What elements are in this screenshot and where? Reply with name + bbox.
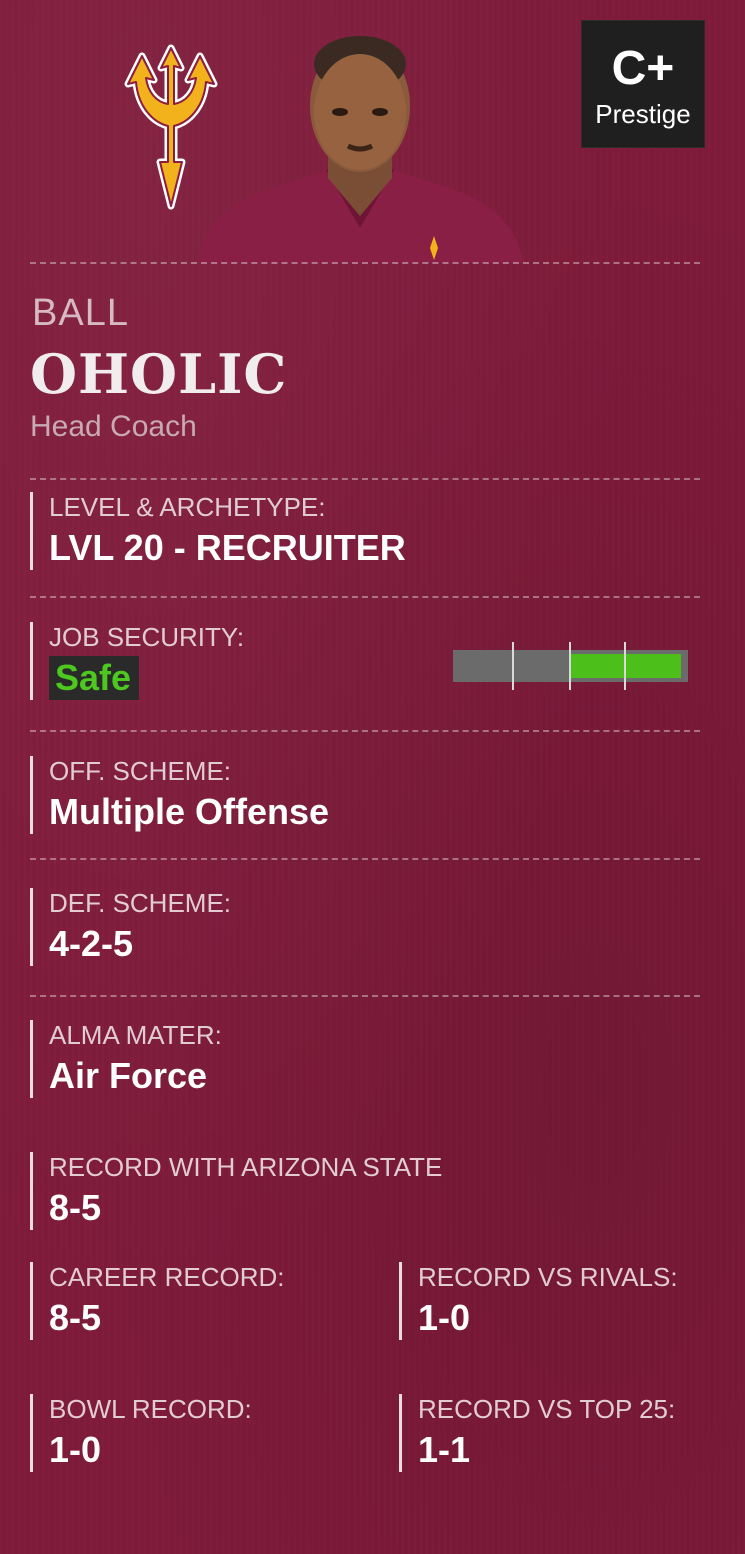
job-security-meter-fill (571, 654, 681, 678)
alma-mater-field: ALMA MATER: Air Force (30, 1020, 222, 1098)
divider (30, 730, 700, 732)
prestige-grade: C+ (611, 41, 675, 95)
top25-record-label: RECORD VS TOP 25: (418, 1394, 676, 1424)
alma-mater-value: Air Force (49, 1055, 208, 1096)
divider (30, 478, 700, 480)
rivals-record-field: RECORD VS RIVALS: 1-0 (399, 1262, 678, 1340)
level-archetype-value: LVL 20 - RECRUITER (49, 527, 406, 568)
bowl-record-field: BOWL RECORD: 1-0 (30, 1394, 252, 1472)
job-security-label: JOB SECURITY: (49, 622, 245, 652)
defense-scheme-field: DEF. SCHEME: 4-2-5 (30, 888, 231, 966)
rivals-record-label: RECORD VS RIVALS: (418, 1262, 678, 1292)
coach-first-name: BALL (32, 292, 129, 334)
bowl-record-value: 1-0 (49, 1429, 102, 1470)
prestige-label: Prestige (595, 98, 691, 129)
level-archetype-field: LEVEL & ARCHETYPE: LVL 20 - RECRUITER (30, 492, 406, 570)
divider (30, 858, 700, 860)
career-record-value: 8-5 (49, 1297, 102, 1338)
offense-scheme-label: OFF. SCHEME: (49, 756, 232, 786)
defense-scheme-label: DEF. SCHEME: (49, 888, 232, 918)
offense-scheme-field: OFF. SCHEME: Multiple Offense (30, 756, 329, 834)
job-security-value: Safe (49, 656, 140, 700)
divider (30, 262, 700, 264)
defense-scheme-value: 4-2-5 (49, 923, 134, 964)
career-record-field: CAREER RECORD: 8-5 (30, 1262, 284, 1340)
meter-tick (624, 642, 626, 690)
alma-mater-label: ALMA MATER: (49, 1020, 222, 1050)
team-record-field: RECORD WITH ARIZONA STATE 8-5 (30, 1152, 442, 1230)
level-archetype-label: LEVEL & ARCHETYPE: (49, 492, 326, 522)
top25-record-value: 1-1 (418, 1429, 471, 1470)
divider (30, 995, 700, 997)
job-security-field: JOB SECURITY: Safe (30, 622, 244, 700)
career-record-label: CAREER RECORD: (49, 1262, 285, 1292)
team-record-value: 8-5 (49, 1187, 102, 1228)
offense-scheme-value: Multiple Offense (49, 791, 330, 832)
team-record-label: RECORD WITH ARIZONA STATE (49, 1152, 443, 1182)
rivals-record-value: 1-0 (418, 1297, 471, 1338)
meter-tick (569, 642, 571, 690)
top25-record-field: RECORD VS TOP 25: 1-1 (399, 1394, 675, 1472)
bowl-record-label: BOWL RECORD: (49, 1394, 252, 1424)
job-security-meter (453, 642, 688, 690)
meter-tick (512, 642, 514, 690)
coach-role: Head Coach (30, 410, 197, 443)
coach-last-name: OHOLIC (30, 342, 288, 406)
coach-portrait (198, 28, 523, 263)
prestige-badge: C+ Prestige (581, 20, 705, 148)
divider (30, 596, 700, 598)
